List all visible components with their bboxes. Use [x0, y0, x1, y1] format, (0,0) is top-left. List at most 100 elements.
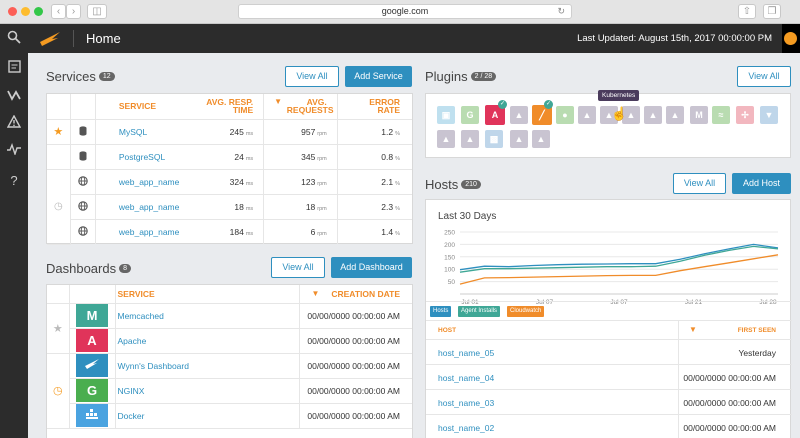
reports-icon[interactable] [5, 60, 23, 78]
activity-icon[interactable] [5, 142, 23, 160]
first-seen-value: Yesterday [738, 348, 777, 358]
creation-date: 00/00/0000 00:00:00 AM [298, 403, 412, 429]
err-value: 2.3 [381, 201, 394, 212]
plugin-tile-icon[interactable]: G [461, 106, 479, 124]
err-unit: % [395, 130, 400, 137]
topology-icon[interactable] [5, 88, 23, 106]
table-row[interactable]: ◷ web_app_name 324 ms 123 rpm 2.1% [47, 169, 412, 245]
err-unit: % [395, 230, 400, 237]
chart-title: Last 30 Days [438, 211, 497, 222]
plugin-tile-icon[interactable]: ▲ [510, 106, 528, 124]
sidebar-toggle-icon[interactable]: ◫ [87, 4, 107, 19]
col-avg-resp[interactable]: AVG. RESP. TIME [193, 98, 253, 115]
plugin-tile-icon[interactable]: ▲ [510, 130, 528, 148]
dashboard-name-link[interactable]: Apache [114, 328, 299, 354]
plugin-tile-icon[interactable]: ▲ [461, 130, 479, 148]
dashboard-name-link[interactable]: Wynn's Dashboard [114, 353, 299, 379]
col-error-rate[interactable]: ERROR RATE [360, 98, 400, 115]
plugins-title: Plugins [425, 69, 468, 84]
hosts-view-all-button[interactable]: View All [673, 173, 726, 194]
close-window-icon[interactable] [8, 7, 17, 16]
legend-agent-installs[interactable]: Agent Installs [458, 306, 501, 317]
alert-icon[interactable] [5, 114, 23, 133]
plugin-tile-icon[interactable]: ▲ [578, 106, 596, 124]
service-name-link[interactable]: web_app_name [94, 194, 185, 220]
plugin-tile-icon[interactable]: ▩ [485, 130, 503, 148]
plugin-tile-icon[interactable]: ▼ [760, 106, 778, 124]
table-row[interactable]: ★ MySQL 245 ms 957 rpm 1.2% [47, 119, 412, 145]
legend-hosts[interactable]: Hosts [430, 306, 452, 317]
dashboard-name-link[interactable]: Docker [114, 403, 299, 429]
plugins-view-all-button[interactable]: View All [737, 66, 791, 87]
table-row[interactable]: ◷ Wynn's Dashboard 00/00/0000 00:00:00 A… [47, 353, 412, 429]
legend-cloudwatch[interactable]: Cloudwatch [507, 306, 545, 317]
col-first-seen[interactable]: FIRST SEEN [738, 327, 776, 334]
col-host[interactable]: HOST [438, 327, 456, 334]
y-tick-label: 150 [444, 254, 455, 261]
add-service-button[interactable]: Add Service [345, 66, 412, 87]
req-unit: rpm [317, 155, 327, 162]
service-name-link[interactable]: MySQL [94, 119, 185, 145]
host-name-link[interactable]: host_name_02 [438, 423, 494, 433]
plugin-tile-icon[interactable]: ≈ [712, 106, 730, 124]
table-row[interactable]: G NGINX 00/00/0000 00:00:00 AM [47, 378, 412, 404]
help-icon[interactable]: ? [5, 172, 23, 190]
table-row[interactable]: Docker 00/00/0000 00:00:00 AM [47, 403, 412, 429]
tabs-icon[interactable]: ❐ [763, 4, 781, 19]
search-icon[interactable] [5, 30, 23, 48]
table-row[interactable]: web_app_name 18 ms 18 rpm 2.3% [47, 194, 412, 220]
maximize-window-icon[interactable] [34, 7, 43, 16]
plugin-tile-icon[interactable]: ▲ [532, 130, 550, 148]
service-name-link[interactable]: PostgreSQL [94, 144, 185, 170]
host-name-link[interactable]: host_name_05 [438, 348, 494, 358]
col-service[interactable]: SERVICE [94, 94, 185, 120]
plugin-tile-icon[interactable]: ✢ [736, 106, 754, 124]
col-service[interactable]: SERVICE [114, 285, 299, 304]
series-line-agent-installs [459, 245, 779, 273]
req-unit: rpm [317, 130, 327, 137]
plugin-tile-icon[interactable]: ▲ [644, 106, 662, 124]
address-text: google.com [381, 6, 429, 16]
sort-down-icon[interactable]: ▼ [689, 325, 697, 334]
plugin-tile-icon[interactable]: ▲ [666, 106, 684, 124]
dashboard-name-link[interactable]: NGINX [114, 378, 299, 404]
services-view-all-button[interactable]: View All [285, 66, 339, 87]
sort-down-icon[interactable]: ▼ [274, 98, 282, 106]
plugin-tile-icon[interactable]: ▣ [437, 106, 455, 124]
host-name-link[interactable]: host_name_03 [438, 398, 494, 408]
req-value: 123 [301, 176, 316, 187]
forward-arrow-icon[interactable]: › [66, 4, 81, 19]
err-unit: % [395, 205, 400, 212]
reload-icon[interactable]: ↻ [557, 5, 565, 18]
col-creation-date[interactable]: CREATION DATE [331, 289, 400, 299]
req-value: 6 [310, 226, 316, 237]
add-host-button[interactable]: Add Host [732, 173, 791, 194]
host-name-link[interactable]: host_name_04 [438, 373, 494, 383]
dashboards-view-all-button[interactable]: View All [271, 257, 325, 278]
req-value: 345 [301, 151, 316, 162]
minimize-window-icon[interactable] [21, 7, 30, 16]
address-bar[interactable]: google.com ↻ [238, 4, 572, 19]
plugin-tile-icon[interactable]: ● [556, 106, 574, 124]
share-icon[interactable]: ⇧ [738, 4, 756, 19]
user-menu[interactable] [782, 24, 800, 53]
service-name-link[interactable]: web_app_name [94, 219, 185, 244]
table-row[interactable]: A Apache 00/00/0000 00:00:00 AM [47, 328, 412, 354]
err-value: 1.4 [381, 226, 394, 237]
sort-down-icon[interactable]: ▼ [312, 289, 320, 298]
back-arrow-icon[interactable]: ‹ [51, 4, 66, 19]
resp-unit: ms [245, 205, 254, 212]
first-seen-value: 00/00/0000 00:00:00 AM [683, 423, 776, 433]
table-row[interactable]: ★ M Memcached 00/00/0000 00:00:00 AM [47, 303, 412, 354]
table-row[interactable]: web_app_name 184 ms 6 rpm 1.4% [47, 219, 412, 244]
service-name-link[interactable]: web_app_name [94, 169, 185, 195]
table-row[interactable]: PostgreSQL 24 ms 345 rpm 0.8% [47, 144, 412, 170]
col-avg-req[interactable]: AVG. REQUESTS [287, 98, 334, 115]
plugin-tile-icon[interactable]: ▲ [437, 130, 455, 148]
dashboard-name-link[interactable]: Memcached [114, 303, 299, 329]
favorite-star-icon[interactable]: ★ [47, 119, 71, 145]
plugin-tile-icon[interactable]: M [690, 106, 708, 124]
add-dashboard-button[interactable]: Add Dashboard [331, 257, 412, 278]
services-count-badge: 12 [98, 72, 115, 82]
favorite-star-icon[interactable]: ★ [47, 303, 69, 354]
